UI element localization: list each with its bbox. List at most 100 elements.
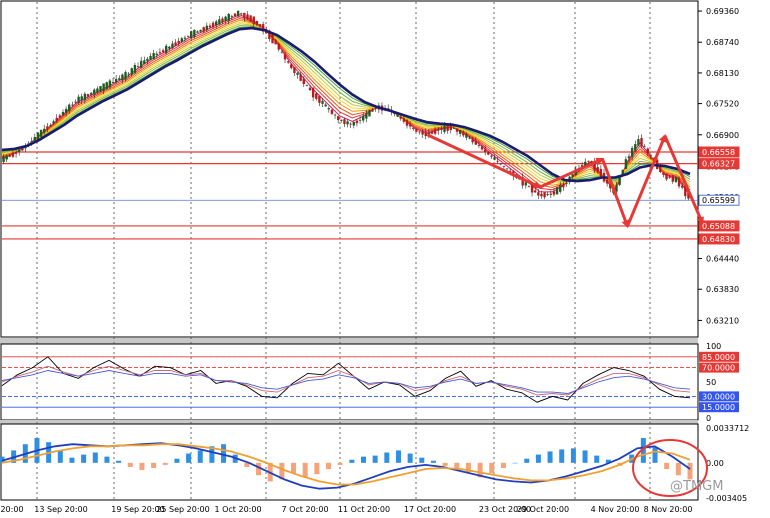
candle-body [646,148,649,154]
macd-histogram-bar [104,456,110,463]
candle-body [121,74,124,81]
candle-body [271,33,274,44]
candle-body [243,12,246,18]
candle-body [336,116,340,121]
candle-body [402,118,406,122]
candle-body [311,87,315,98]
price-level-tag: 0.65088 [698,220,740,232]
watermark: @TMGM [670,479,723,494]
candle-body [71,104,74,106]
candle-body [8,155,12,157]
candle-body [668,177,671,179]
time-tick-label: 25 Sep 20:00 [156,505,209,514]
price-tag-label: 0.66327 [702,160,735,169]
candle-body [280,51,284,53]
macd-histogram-bar [360,456,366,463]
candle-body [296,72,299,75]
candle-body [677,178,681,187]
chart-canvas[interactable]: 0.693600.687400.681300.675200.669000.662… [0,0,770,518]
candle-body [471,138,474,143]
candle-body [302,78,305,85]
price-tag-label: 0.66558 [702,148,735,157]
macd-histogram-bar [582,450,588,463]
candle-body [202,27,205,32]
candle-body [236,10,240,17]
candle-body [86,94,90,97]
candle-body [208,25,212,28]
candle-body [424,132,427,137]
candle-body [46,126,49,130]
candle-body [83,93,87,100]
candle-body [5,155,8,160]
panel-separator [0,338,698,344]
candle-body [133,65,137,73]
candle-body [299,74,302,81]
candle-body [293,67,296,73]
candle-body [455,128,459,132]
candle-body [68,104,71,111]
candle-body [77,96,80,103]
candle-body [405,120,409,126]
candle-body [89,92,93,95]
price-tag-label: 0.65599 [702,196,735,205]
candle-body [634,144,637,151]
oscillator-tag-label: 85.0000 [702,353,735,362]
candle-body [333,114,337,116]
oscillator-tick-label: 50 [706,378,716,387]
candle-body [415,128,418,132]
time-tick-label: 11 Oct 20:00 [338,505,390,514]
panel-separator [0,420,698,424]
candle-body [549,193,553,195]
candle-body [108,80,112,88]
candle-body [18,149,21,153]
candle-body [114,79,118,83]
time-tick-label: 20:00 [0,505,23,514]
candle-body [399,116,402,119]
candle-body [130,68,133,75]
candle-body [252,16,255,25]
candle-body [665,173,668,180]
candle-body [330,109,334,115]
candle-body [218,19,221,25]
candle-body [649,155,653,157]
macd-histogram-bar [314,462,320,475]
candle-body [630,148,634,157]
oscillator-level-tag: 30.0000 [699,391,739,402]
candle-body [96,88,99,93]
candle-body [315,93,318,99]
candle-body [74,101,77,103]
candle-body [205,25,209,31]
candle-body [437,130,440,131]
candle-body [430,132,434,134]
time-tick-label: 29 Oct 20:00 [517,505,569,514]
candle-body [674,177,678,182]
macd-tick-label: 0.00 [706,459,724,468]
candle-body [240,13,243,15]
candle-body [258,24,262,27]
oscillator-level-tag: 85.0000 [699,351,739,362]
candle-body [662,172,665,175]
candle-body [527,186,531,188]
candle-body [190,31,193,38]
candle-body [487,152,490,155]
candle-body [233,13,237,17]
candle-body [524,182,528,186]
oscillator-tick-label: 0 [706,414,711,423]
candle-body [64,108,68,113]
candle-body [408,124,412,127]
candle-body [143,60,146,64]
candle-body [496,160,499,162]
macd-histogram-bar [81,454,87,463]
time-tick-label: 4 Nov 20:00 [591,505,640,514]
candle-body [571,174,574,177]
candle-body [11,152,15,157]
candle-body [43,128,46,133]
macd-histogram-bar [349,459,355,463]
candle-body [340,119,343,121]
candle-body [36,132,40,140]
candle-body [146,58,149,62]
price-level-tag: 0.66558 [698,146,740,158]
macd-histogram-bar [687,462,693,480]
macd-histogram-bar [337,462,343,465]
candle-body [305,85,309,86]
